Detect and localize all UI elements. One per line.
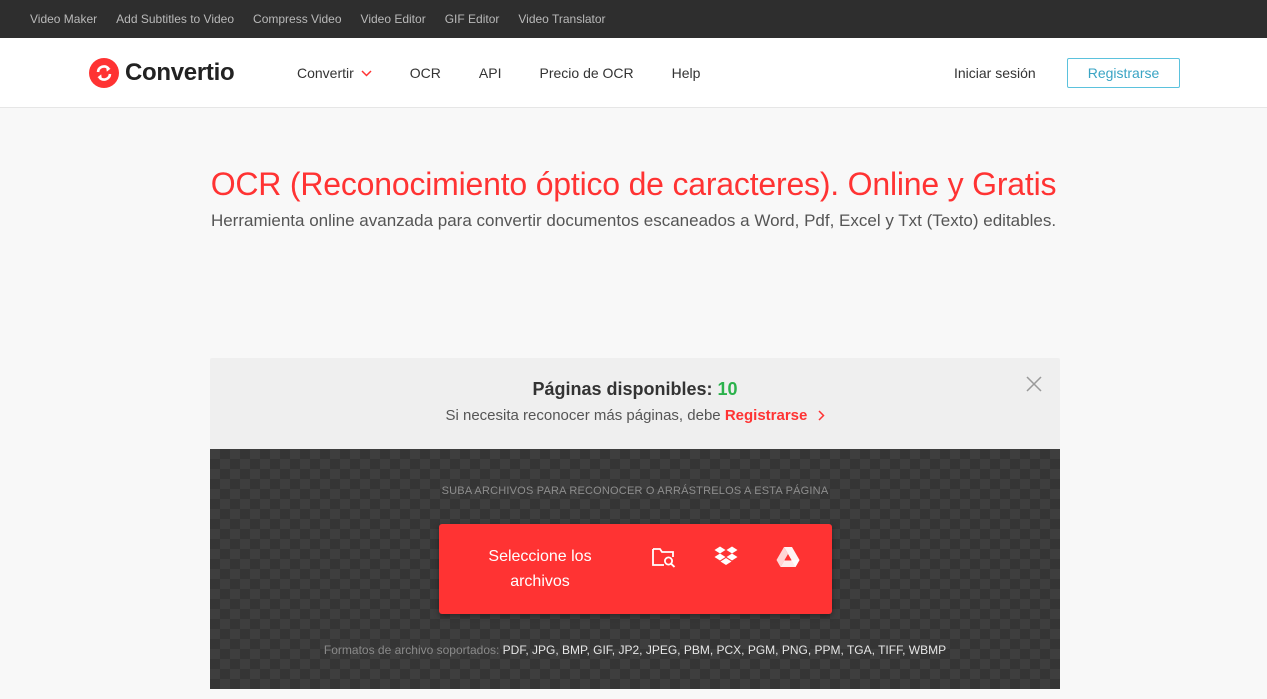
logo-text: Convertio <box>125 59 235 86</box>
convertio-logo-icon <box>89 58 119 88</box>
nav-help[interactable]: Help <box>672 65 701 81</box>
chevron-right-icon[interactable] <box>818 410 825 421</box>
site-header: Convertio Convertir OCR API Precio de OC… <box>0 38 1267 108</box>
page-title: OCR (Reconocimiento óptico de caracteres… <box>210 166 1057 202</box>
supported-formats-list: PDF, JPG, BMP, GIF, JP2, JPEG, PBM, PCX,… <box>502 643 947 657</box>
signup-prompt-text: Si necesita reconocer más páginas, debe <box>445 407 721 424</box>
logo[interactable]: Convertio <box>89 58 235 88</box>
topbar-link-video-editor[interactable]: Video Editor <box>361 12 426 26</box>
nav-api[interactable]: API <box>479 65 502 81</box>
topbar-link-video-maker[interactable]: Video Maker <box>30 12 97 26</box>
login-link[interactable]: Iniciar sesión <box>954 38 1036 108</box>
nav-convertir[interactable]: Convertir <box>297 65 372 81</box>
nav-ocr[interactable]: OCR <box>410 65 441 81</box>
drop-hint: SUBA ARCHIVOS PARA RECONOCER O ARRÁSTREL… <box>441 485 829 497</box>
nav-ocr-pricing[interactable]: Precio de OCR <box>540 65 634 81</box>
select-files-label[interactable]: Seleccione los archivos <box>469 544 611 594</box>
register-button[interactable]: Registrarse <box>1067 58 1180 88</box>
topbar-link-video-translator[interactable]: Video Translator <box>518 12 605 26</box>
topbar-link-gif-editor[interactable]: GIF Editor <box>445 12 500 26</box>
google-drive-icon[interactable] <box>775 545 801 569</box>
dropbox-icon[interactable] <box>713 545 739 569</box>
chevron-down-icon <box>361 69 372 77</box>
supported-formats-label: Formatos de archivo soportados: <box>323 643 500 657</box>
folder-search-icon[interactable] <box>651 545 677 569</box>
nav-convertir-label: Convertir <box>297 65 354 81</box>
signup-link[interactable]: Registrarse <box>725 407 808 424</box>
close-icon[interactable] <box>1025 375 1043 393</box>
drop-zone[interactable]: SUBA ARCHIVOS PARA RECONOCER O ARRÁSTREL… <box>210 449 1060 689</box>
supported-formats: Formatos de archivo soportados: PDF, JPG… <box>210 643 1060 657</box>
pages-available-count: 10 <box>717 379 738 399</box>
pages-available: Páginas disponibles: 10 <box>210 379 1060 400</box>
top-promo-bar: Video Maker Add Subtitles to Video Compr… <box>0 0 1267 38</box>
pages-available-panel: Páginas disponibles: 10 Si necesita reco… <box>210 358 1060 449</box>
main-nav: Convertir OCR API Precio de OCR Help <box>297 38 700 108</box>
page-subtitle: Herramienta online avanzada para convert… <box>210 211 1057 230</box>
topbar-link-compress-video[interactable]: Compress Video <box>253 12 342 26</box>
ocr-upload-box: Páginas disponibles: 10 Si necesita reco… <box>210 358 1060 689</box>
signup-prompt: Si necesita reconocer más páginas, debe … <box>210 407 1060 424</box>
pages-available-label: Páginas disponibles: <box>532 379 713 399</box>
topbar-link-add-subtitles[interactable]: Add Subtitles to Video <box>116 12 234 26</box>
select-files-button[interactable]: Seleccione los archivos <box>439 524 832 614</box>
